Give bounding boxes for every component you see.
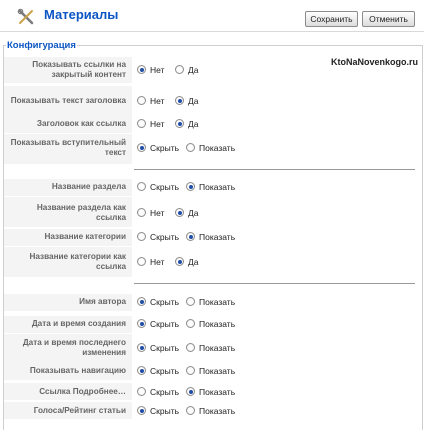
radio-option-label[interactable]: Скрыть (150, 232, 179, 242)
radio-option-label[interactable]: Да (188, 257, 198, 267)
radio-option-label[interactable]: Показать (199, 387, 235, 397)
radio-second[interactable] (175, 119, 184, 128)
radio-option-label[interactable]: Нет (150, 96, 164, 106)
radio-second[interactable] (186, 343, 195, 352)
radio-first[interactable] (137, 257, 146, 266)
row-label: Имя автора (79, 297, 126, 306)
radio-option-label[interactable]: Да (188, 208, 198, 218)
row-label: Показывать ссылки на закрытый контент (32, 60, 126, 79)
radio-second[interactable] (186, 319, 195, 328)
save-button[interactable]: Сохранить (305, 11, 358, 27)
toolbar-header: Материалы Сохранить Отменить (0, 0, 424, 32)
radio-second[interactable] (175, 65, 184, 74)
radio-second[interactable] (186, 297, 195, 306)
radio-first[interactable] (137, 119, 146, 128)
radio-option-label[interactable]: Показать (199, 232, 235, 242)
radio-option-label[interactable]: Нет (150, 65, 164, 75)
radio-option-label[interactable]: Нет (150, 119, 164, 129)
radio-second[interactable] (175, 208, 184, 217)
row-label: Название категории (44, 232, 126, 241)
radio-option-label[interactable]: Показать (199, 143, 235, 153)
row-label: Заголовок как ссылка (36, 119, 126, 128)
radio-option-label[interactable]: Показать (199, 182, 235, 192)
row-label: Дата и время последнего изменения (22, 338, 126, 357)
radio-second[interactable] (175, 96, 184, 105)
row-label: Показывать вступительный текст (10, 138, 126, 157)
radio-option-label[interactable]: Нет (150, 208, 164, 218)
row-label: Название раздела как ссылка (36, 203, 126, 222)
radio-first[interactable] (137, 232, 146, 241)
radio-first[interactable] (137, 208, 146, 217)
radio-second[interactable] (186, 406, 195, 415)
radio-second[interactable] (175, 257, 184, 266)
radio-second[interactable] (186, 366, 195, 375)
radio-second[interactable] (186, 387, 195, 396)
separator (134, 169, 415, 170)
row-label: Голоса/Рейтинг статьи (33, 406, 126, 415)
radio-option-label[interactable]: Показать (199, 406, 235, 416)
radio-option-label[interactable]: Скрыть (150, 297, 179, 307)
radio-first[interactable] (137, 366, 146, 375)
radio-second[interactable] (186, 232, 195, 241)
radio-first[interactable] (137, 143, 146, 152)
radio-first[interactable] (137, 182, 146, 191)
radio-option-label[interactable]: Да (188, 119, 198, 129)
radio-first[interactable] (137, 65, 146, 74)
radio-option-label[interactable]: Показать (199, 297, 235, 307)
separator (134, 283, 415, 284)
radio-first[interactable] (137, 297, 146, 306)
row-label: Название категории как ссылка (29, 252, 126, 271)
radio-option-label[interactable]: Скрыть (150, 319, 179, 329)
radio-option-label[interactable]: Нет (150, 257, 164, 267)
radio-first[interactable] (137, 406, 146, 415)
radio-second[interactable] (186, 143, 195, 152)
cancel-button[interactable]: Отменить (362, 11, 415, 27)
radio-option-label[interactable]: Показать (199, 366, 235, 376)
radio-option-label[interactable]: Скрыть (150, 343, 179, 353)
radio-option-label[interactable]: Скрыть (150, 143, 179, 153)
page-title: Материалы (44, 7, 119, 22)
row-label: Дата и время создания (31, 319, 126, 328)
row-label: Ссылка Подробнее… (39, 387, 126, 396)
radio-option-label[interactable]: Скрыть (150, 406, 179, 416)
row-label: Название раздела (51, 182, 126, 191)
watermark: KtoNaNovenkogo.ru (331, 57, 419, 67)
tools-icon (17, 8, 34, 25)
radio-option-label[interactable]: Показать (199, 319, 235, 329)
row-label: Показывать навигацию (29, 366, 126, 375)
radio-second[interactable] (186, 182, 195, 191)
section-title: Конфигурация (6, 40, 77, 51)
radio-option-label[interactable]: Да (188, 65, 198, 75)
radio-option-label[interactable]: Скрыть (150, 366, 179, 376)
radio-first[interactable] (137, 387, 146, 396)
radio-first[interactable] (137, 96, 146, 105)
row-label: Показывать текст заголовка (10, 96, 126, 105)
radio-first[interactable] (137, 319, 146, 328)
radio-option-label[interactable]: Показать (199, 343, 235, 353)
radio-option-label[interactable]: Да (188, 96, 198, 106)
radio-first[interactable] (137, 343, 146, 352)
radio-option-label[interactable]: Скрыть (150, 387, 179, 397)
radio-option-label[interactable]: Скрыть (150, 182, 179, 192)
